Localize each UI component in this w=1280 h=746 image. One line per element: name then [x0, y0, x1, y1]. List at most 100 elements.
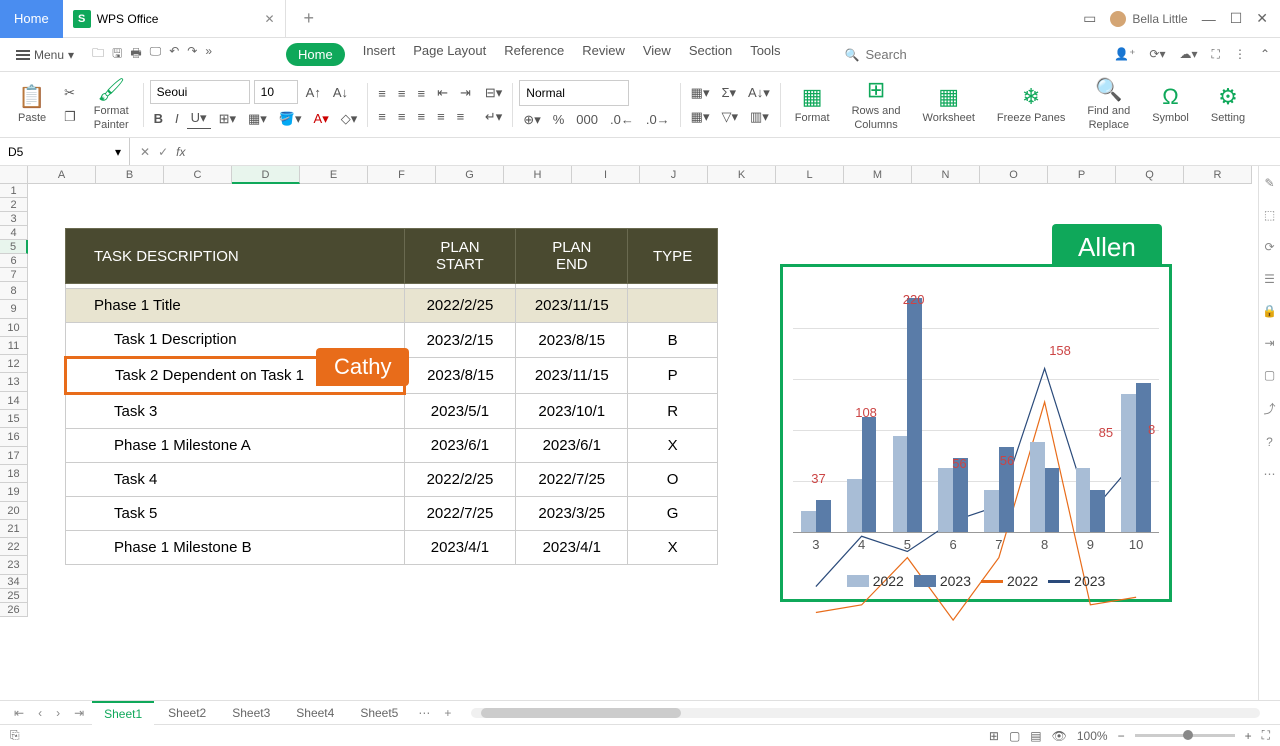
row-header[interactable]: 1: [0, 184, 28, 198]
last-sheet-icon[interactable]: ⇥: [68, 704, 90, 722]
edit-icon[interactable]: ✎: [1264, 176, 1274, 190]
row-header[interactable]: 9: [0, 300, 28, 318]
namebox-dropdown-icon[interactable]: ▾: [115, 145, 121, 159]
export-icon[interactable]: ⇥: [1264, 336, 1274, 350]
row-header[interactable]: 8: [0, 282, 28, 300]
accept-formula-icon[interactable]: ✓: [158, 145, 168, 159]
column-header[interactable]: H: [504, 166, 572, 184]
align-middle-icon[interactable]: ≡: [394, 84, 410, 103]
column-header[interactable]: Q: [1116, 166, 1184, 184]
percent-icon[interactable]: %: [549, 110, 569, 129]
print-preview-icon[interactable]: 🖵: [150, 44, 162, 65]
comma-icon[interactable]: 000: [572, 110, 602, 129]
font-name-select[interactable]: [150, 80, 250, 104]
format-group[interactable]: ▦Format: [787, 72, 838, 137]
cell-style-select[interactable]: [519, 80, 629, 106]
user-account[interactable]: Bella Little: [1110, 11, 1187, 27]
row-header[interactable]: 16: [0, 428, 28, 446]
view-grid-icon[interactable]: ⊞: [989, 729, 999, 743]
panel-icon[interactable]: ▭: [1083, 10, 1096, 27]
font-size-select[interactable]: [254, 80, 298, 104]
sheet-menu-icon[interactable]: ⋯: [412, 704, 436, 722]
column-header[interactable]: C: [164, 166, 232, 184]
underline-icon[interactable]: U▾: [187, 108, 211, 129]
select-all-corner[interactable]: [0, 166, 28, 184]
search-input[interactable]: [866, 47, 1006, 62]
table-row[interactable]: Phase 1 Title2022/2/252023/11/15: [66, 289, 718, 323]
copy-icon[interactable]: ❐: [60, 107, 80, 127]
table-row[interactable]: Task 32023/5/12023/10/1R: [66, 394, 718, 429]
increase-decimal-icon[interactable]: .0←: [606, 110, 638, 129]
table-row[interactable]: Phase 1 Milestone A2023/6/12023/6/1X: [66, 429, 718, 463]
justify-icon[interactable]: ≡: [433, 107, 449, 126]
print-icon[interactable]: 🖶: [130, 44, 141, 65]
symbol-group[interactable]: ΩSymbol: [1144, 72, 1197, 137]
column-header[interactable]: J: [640, 166, 708, 184]
sync-icon[interactable]: ☁▾: [1180, 47, 1198, 62]
zoom-in-icon[interactable]: +: [1245, 729, 1252, 743]
row-header[interactable]: 19: [0, 483, 28, 501]
fullscreen-status-icon[interactable]: ⛶: [1262, 728, 1270, 743]
row-header[interactable]: 4: [0, 226, 28, 240]
ribbon-tab-section[interactable]: Section: [689, 43, 732, 66]
row-header[interactable]: 20: [0, 502, 28, 520]
row-header[interactable]: 6: [0, 254, 28, 268]
ribbon-tab-tools[interactable]: Tools: [750, 43, 780, 66]
share-panel-icon[interactable]: ⤴: [1263, 400, 1275, 417]
name-box[interactable]: D5 ▾: [0, 138, 130, 165]
italic-icon[interactable]: I: [171, 109, 183, 128]
column-header[interactable]: N: [912, 166, 980, 184]
maximize-icon[interactable]: ☐: [1230, 10, 1243, 27]
sheet-tab-3[interactable]: Sheet3: [220, 702, 282, 724]
more-menu-icon[interactable]: ⋮: [1234, 47, 1246, 62]
row-header[interactable]: 2: [0, 198, 28, 212]
column-header[interactable]: K: [708, 166, 776, 184]
select-icon[interactable]: ⬚: [1264, 208, 1275, 222]
cell-style-icon[interactable]: ▦▾: [244, 109, 271, 129]
row-header[interactable]: 26: [0, 603, 28, 617]
row-header[interactable]: 25: [0, 589, 28, 603]
row-header[interactable]: 14: [0, 392, 28, 410]
more-panel-icon[interactable]: ⋯: [1264, 467, 1276, 481]
row-header[interactable]: 18: [0, 465, 28, 483]
filter-icon[interactable]: ▽▾: [717, 107, 742, 127]
ribbon-tab-insert[interactable]: Insert: [363, 43, 396, 66]
align-top-icon[interactable]: ≡: [374, 84, 390, 103]
table-format-icon[interactable]: ▦▾: [687, 107, 714, 127]
merge-icon[interactable]: ⊟▾: [481, 83, 506, 103]
decrease-decimal-icon[interactable]: .0→: [642, 110, 674, 129]
zoom-slider[interactable]: [1135, 734, 1235, 737]
chart[interactable]: 345678910371082205656158858 2022 2023 20…: [780, 264, 1172, 602]
ribbon-tab-page-layout[interactable]: Page Layout: [413, 43, 486, 66]
font-color-icon[interactable]: A▾: [310, 109, 333, 129]
row-header[interactable]: 5: [0, 240, 28, 254]
home-tab[interactable]: Home: [0, 0, 63, 38]
border-icon[interactable]: ⊞▾: [215, 109, 240, 129]
row-header[interactable]: 21: [0, 520, 28, 538]
clear-format-icon[interactable]: ◇▾: [337, 109, 362, 129]
align-right-icon[interactable]: ≡: [413, 107, 429, 126]
cut-icon[interactable]: ✂: [60, 83, 80, 103]
decrease-font-icon[interactable]: A↓: [329, 83, 352, 102]
more-qa-icon[interactable]: »: [205, 44, 212, 65]
cancel-formula-icon[interactable]: ✕: [140, 145, 150, 159]
fill-color-icon[interactable]: 🪣▾: [275, 109, 306, 129]
align-bottom-icon[interactable]: ≡: [413, 84, 429, 103]
column-header[interactable]: R: [1184, 166, 1252, 184]
minimize-icon[interactable]: —: [1202, 11, 1216, 27]
properties-icon[interactable]: ▢: [1264, 368, 1275, 382]
find-group[interactable]: 🔍Find and Replace: [1079, 72, 1138, 137]
row-header[interactable]: 34: [0, 575, 28, 589]
view-page-icon[interactable]: ▤: [1030, 729, 1041, 743]
add-sheet-icon[interactable]: +: [438, 704, 457, 722]
fx-icon[interactable]: fx: [176, 145, 185, 159]
column-header[interactable]: E: [300, 166, 368, 184]
column-header[interactable]: A: [28, 166, 96, 184]
align-center-icon[interactable]: ≡: [394, 107, 410, 126]
column-header[interactable]: P: [1048, 166, 1116, 184]
add-tab-icon[interactable]: +: [304, 8, 315, 29]
zoom-value[interactable]: 100%: [1077, 729, 1108, 743]
row-header[interactable]: 12: [0, 355, 28, 373]
format-painter-group[interactable]: 🖌 Format Painter: [86, 72, 137, 137]
row-header[interactable]: 15: [0, 410, 28, 428]
